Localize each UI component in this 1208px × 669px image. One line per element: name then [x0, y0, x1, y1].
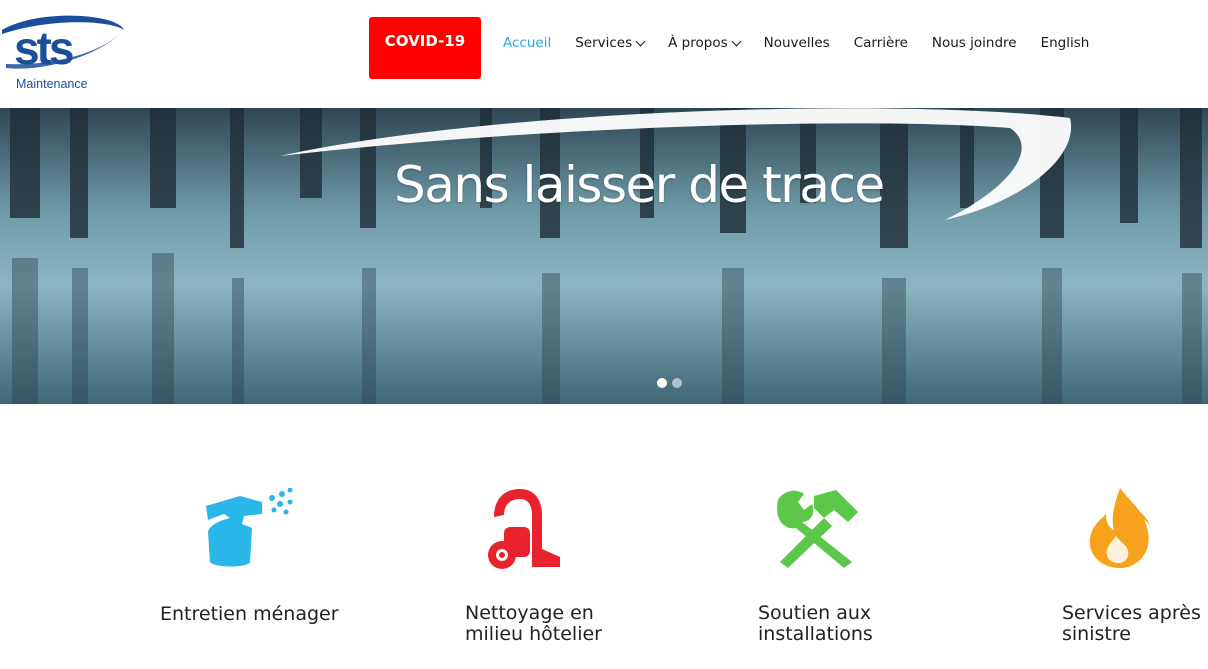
slider-dot-2[interactable] — [672, 378, 682, 388]
spray-bottle-icon — [206, 488, 293, 567]
logo-subtitle: Maintenance — [16, 77, 88, 91]
nav-label: Accueil — [503, 35, 552, 51]
service-label: milieu hôtelier — [465, 623, 602, 645]
vacuum-icon — [488, 489, 560, 569]
nav-item-services[interactable]: Services — [575, 35, 646, 51]
chevron-down-icon — [635, 36, 646, 46]
nav-label: À propos — [668, 35, 728, 51]
covid-button[interactable]: COVID-19 — [369, 17, 481, 79]
nav-item-a-propos[interactable]: À propos — [668, 35, 742, 51]
slider-dot-1[interactable] — [657, 378, 667, 388]
slider-dots — [657, 378, 687, 388]
nav-label: Carrière — [853, 35, 908, 51]
nav-item-english[interactable]: English — [1041, 35, 1090, 51]
tools-icon — [777, 490, 858, 568]
nav-label: English — [1040, 35, 1090, 51]
hero-background-image — [0, 108, 1208, 404]
nav-label: Services — [575, 35, 633, 51]
logo[interactable]: sts Maintenance — [0, 12, 130, 91]
service-label: Services après — [1062, 602, 1201, 624]
hero-slider: Sans laisser de trace — [0, 108, 1208, 404]
service-label: Soutien aux — [758, 602, 872, 624]
nav-item-nous-joindre[interactable]: Nous joindre — [932, 35, 1017, 51]
nav-item-carriere[interactable]: Carrière — [854, 35, 908, 51]
nav-label: Nous joindre — [931, 35, 1017, 51]
service-label: Entretien ménager — [160, 603, 339, 625]
sts-logo-icon: sts — [2, 15, 124, 74]
nav-item-accueil[interactable]: Accueil — [503, 35, 551, 51]
service-label: Nettoyage en — [465, 602, 594, 624]
chevron-down-icon — [731, 36, 742, 46]
nav-label: Nouvelles — [763, 35, 830, 51]
fire-icon — [1089, 488, 1150, 568]
site-header: sts Maintenance COVID-19 Accueil Service… — [0, 0, 1208, 108]
nav-item-nouvelles[interactable]: Nouvelles — [764, 35, 830, 51]
hero-title: Sans laisser de trace — [394, 156, 885, 214]
service-label: sinistre — [1062, 623, 1131, 645]
service-label: installations — [758, 623, 873, 645]
main-nav: Accueil Services À propos Nouvelles Carr… — [503, 33, 1113, 53]
